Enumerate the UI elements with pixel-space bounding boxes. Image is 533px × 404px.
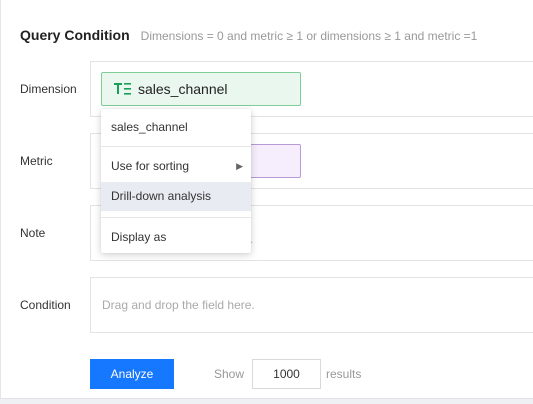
menu-field-name: sales_channel: [111, 120, 188, 134]
field-context-menu: sales_channel Use for sorting ▶ Drill-do…: [101, 109, 251, 253]
menu-item-label: Display as: [111, 230, 167, 244]
dimension-label: Dimension: [20, 82, 77, 96]
analyze-button[interactable]: Analyze: [90, 359, 174, 389]
panel-left-border: [0, 0, 1, 404]
condition-label: Condition: [20, 298, 71, 312]
menu-item-display-as[interactable]: Display as: [101, 223, 251, 252]
query-condition-header: Query Condition Dimensions = 0 and metri…: [20, 27, 477, 45]
dimension-field-label: sales_channel: [138, 81, 228, 97]
section-title: Query Condition: [20, 27, 130, 43]
section-hint: Dimensions = 0 and metric ≥ 1 or dimensi…: [140, 29, 478, 43]
condition-drop-zone[interactable]: Drag and drop the field here.: [90, 277, 533, 333]
bottom-bar: [0, 398, 533, 404]
menu-divider: [101, 146, 251, 147]
condition-placeholder: Drag and drop the field here.: [102, 298, 255, 312]
menu-item-drill-down-analysis[interactable]: Drill-down analysis: [101, 182, 251, 211]
menu-item-label: Drill-down analysis: [111, 189, 212, 203]
results-label: results: [326, 367, 362, 381]
text-field-icon: [114, 82, 131, 96]
chevron-right-icon: ▶: [236, 161, 243, 171]
menu-divider: [101, 217, 251, 218]
note-label: Note: [20, 226, 46, 240]
menu-item-label: Use for sorting: [111, 159, 190, 173]
menu-item-use-for-sorting[interactable]: Use for sorting ▶: [101, 152, 251, 181]
metric-label: Metric: [20, 154, 53, 168]
show-label: Show: [214, 367, 245, 381]
result-count-input[interactable]: [252, 359, 321, 389]
dimension-field-chip[interactable]: sales_channel: [101, 72, 301, 106]
